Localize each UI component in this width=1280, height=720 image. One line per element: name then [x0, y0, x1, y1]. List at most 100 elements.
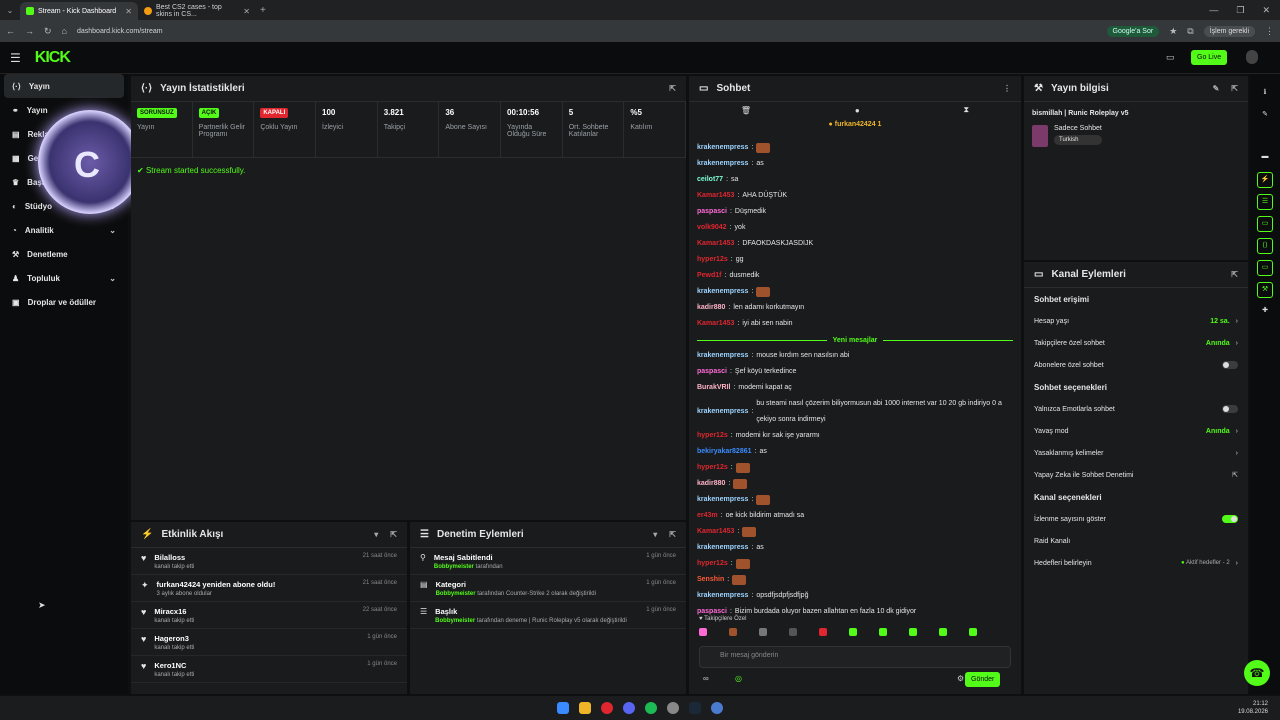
sidebar-item-moderation[interactable]: ⚒ Denetleme — [0, 242, 128, 266]
chat-username[interactable]: krakenempress — [697, 404, 748, 420]
chat-username[interactable]: ceilot77 — [697, 172, 723, 188]
chat-username[interactable]: krakenempress — [697, 284, 748, 300]
app2-icon[interactable] — [711, 702, 723, 714]
chrome-icon[interactable] — [601, 702, 613, 714]
google-button[interactable]: Google'a Sor — [1106, 25, 1160, 37]
hourglass-icon[interactable]: ⧗ — [963, 105, 969, 115]
chat-username[interactable]: Kamar1453 — [697, 236, 734, 252]
monitor-icon[interactable]: ▭ — [1257, 260, 1273, 276]
chat-username[interactable]: krakenempress — [697, 156, 748, 172]
spotify-icon[interactable] — [645, 702, 657, 714]
mod-by[interactable]: Bobbymeister — [435, 618, 475, 624]
app-icon[interactable] — [667, 702, 679, 714]
go-live-button[interactable]: Go Live — [1191, 50, 1228, 65]
chat-username[interactable]: krakenempress — [697, 492, 748, 508]
stream-icon[interactable]: ⟨⟩ — [1257, 238, 1273, 254]
emote-icon[interactable] — [789, 628, 797, 636]
emote-icon[interactable] — [939, 628, 947, 636]
edit-icon[interactable]: ✎ — [1213, 84, 1220, 93]
trash-icon[interactable]: 🗑 — [741, 106, 751, 115]
chat-username[interactable]: paspasci — [697, 364, 727, 380]
reload-icon[interactable]: ↻ — [44, 26, 52, 37]
category-name[interactable]: Sadece Sohbet — [1054, 125, 1102, 132]
url-field[interactable]: dashboard.kick.com/stream — [77, 28, 163, 35]
tag-badge[interactable]: Turkish — [1054, 135, 1102, 145]
chat-username[interactable]: Senshin — [697, 572, 724, 588]
emote-icon[interactable] — [699, 628, 707, 636]
chat-username[interactable]: Kamar1453 — [697, 316, 734, 332]
file-explorer-icon[interactable] — [579, 702, 591, 714]
assistant-button[interactable]: ☎ — [1244, 660, 1270, 686]
chat-username[interactable]: er43m — [697, 508, 718, 524]
tab-search-icon[interactable]: ⌄ — [0, 6, 20, 15]
edit-icon[interactable]: ✎ — [1257, 108, 1273, 124]
maximize-icon[interactable]: ❐ — [1236, 5, 1244, 16]
chat-username[interactable]: Pewd1f — [697, 268, 722, 284]
chat-bubble-icon[interactable]: ● — [855, 106, 860, 115]
chat-username[interactable]: volk9042 — [697, 220, 727, 236]
banned-words-row[interactable]: Yasaklanmış kelimeler › — [1024, 442, 1248, 464]
sidebar-item-analytics[interactable]: ◔ Analitik ⌄ — [0, 218, 128, 242]
menu-dots-icon[interactable]: ⋮ — [1265, 26, 1274, 37]
emote-icon[interactable] — [969, 628, 977, 636]
viewers-toggle[interactable] — [1222, 515, 1238, 523]
chat-username[interactable]: bekiryakar82861 — [697, 444, 752, 460]
chat-username[interactable]: Kamar1453 — [697, 524, 734, 540]
emote-icon[interactable] — [879, 628, 887, 636]
info-icon[interactable]: ℹ — [1257, 86, 1273, 102]
chat-username[interactable]: kadir880 — [697, 476, 725, 492]
mod-by[interactable]: Bobbymeister — [434, 564, 474, 570]
emote-icon[interactable] — [909, 628, 917, 636]
windows-start-icon[interactable] — [557, 702, 569, 714]
steam-icon[interactable] — [689, 702, 701, 714]
close-icon[interactable]: ✕ — [243, 7, 250, 16]
account-age-row[interactable]: Hesap yaşı 12 sa. › — [1024, 310, 1248, 332]
subs-toggle[interactable] — [1222, 361, 1238, 369]
emote-toggle[interactable] — [1222, 405, 1238, 413]
close-icon[interactable]: ✕ — [125, 7, 132, 16]
chat-username[interactable]: hyper12s — [697, 252, 728, 268]
forward-icon[interactable]: → — [25, 26, 34, 36]
chat-username[interactable]: krakenempress — [697, 140, 748, 156]
expand-icon[interactable]: ⇱ — [1231, 270, 1238, 279]
emote-icon[interactable] — [729, 628, 737, 636]
profile-button[interactable]: İşlem gerekli — [1203, 25, 1255, 37]
chat-icon[interactable]: ▭ — [1257, 216, 1273, 232]
avatar[interactable] — [1246, 50, 1258, 64]
chat-username[interactable]: krakenempress — [697, 588, 748, 604]
chat-username[interactable]: kadir880 — [697, 300, 725, 316]
mod-by[interactable]: Bobbymeister — [436, 591, 476, 597]
followers-chat-row[interactable]: Takipçilere özel sohbet Anında › — [1024, 332, 1248, 354]
home-icon[interactable]: ⌂ — [62, 26, 67, 36]
raid-row[interactable]: Raid Kanalı — [1024, 530, 1248, 552]
puzzle-icon[interactable]: ✚ — [1257, 304, 1273, 320]
expand-icon[interactable]: ⇱ — [669, 84, 676, 93]
minimize-icon[interactable]: — — [1209, 5, 1218, 16]
refresh-icon[interactable]: ◎ — [735, 674, 742, 683]
hamburger-icon[interactable]: ☰ — [10, 51, 21, 65]
gear-icon[interactable]: ⚙ — [957, 674, 964, 683]
filter-icon[interactable]: ▾ — [653, 530, 657, 539]
expand-icon[interactable]: ⇱ — [1231, 84, 1238, 93]
tab-kick[interactable]: Stream - Kick Dashboard ✕ — [20, 2, 138, 20]
bolt-icon[interactable]: ⚡ — [1257, 172, 1273, 188]
star-icon[interactable]: ★ — [1169, 26, 1177, 37]
menu-dots-icon[interactable]: ⋮ — [1003, 84, 1011, 93]
list-icon[interactable]: ☰ — [1257, 194, 1273, 210]
chat-input[interactable]: Bir mesaj gönderin — [699, 646, 1011, 668]
chat-username[interactable]: krakenempress — [697, 348, 748, 364]
discord-icon[interactable] — [623, 702, 635, 714]
sidebar-item-drops[interactable]: ▣ Droplar ve ödüller — [0, 290, 128, 314]
emote-icon[interactable] — [759, 628, 767, 636]
filter-icon[interactable]: ▾ — [374, 530, 378, 539]
card-icon[interactable]: ▬ — [1257, 150, 1273, 166]
expand-icon[interactable]: ⇱ — [669, 530, 676, 539]
ai-moderation-row[interactable]: Yapay Zeka ile Sohbet Denetimi ⇱ — [1024, 464, 1248, 486]
chat-username[interactable]: BurakVRIl — [697, 380, 730, 396]
chat-username[interactable]: hyper12s — [697, 428, 728, 444]
back-icon[interactable]: ← — [6, 26, 15, 36]
monitor-icon[interactable]: ▭ — [1166, 52, 1175, 63]
slow-mode-row[interactable]: Yavaş mod Anında › — [1024, 420, 1248, 442]
chat-username[interactable]: paspasci — [697, 204, 727, 220]
wrench-icon[interactable]: ⚒ — [1257, 282, 1273, 298]
